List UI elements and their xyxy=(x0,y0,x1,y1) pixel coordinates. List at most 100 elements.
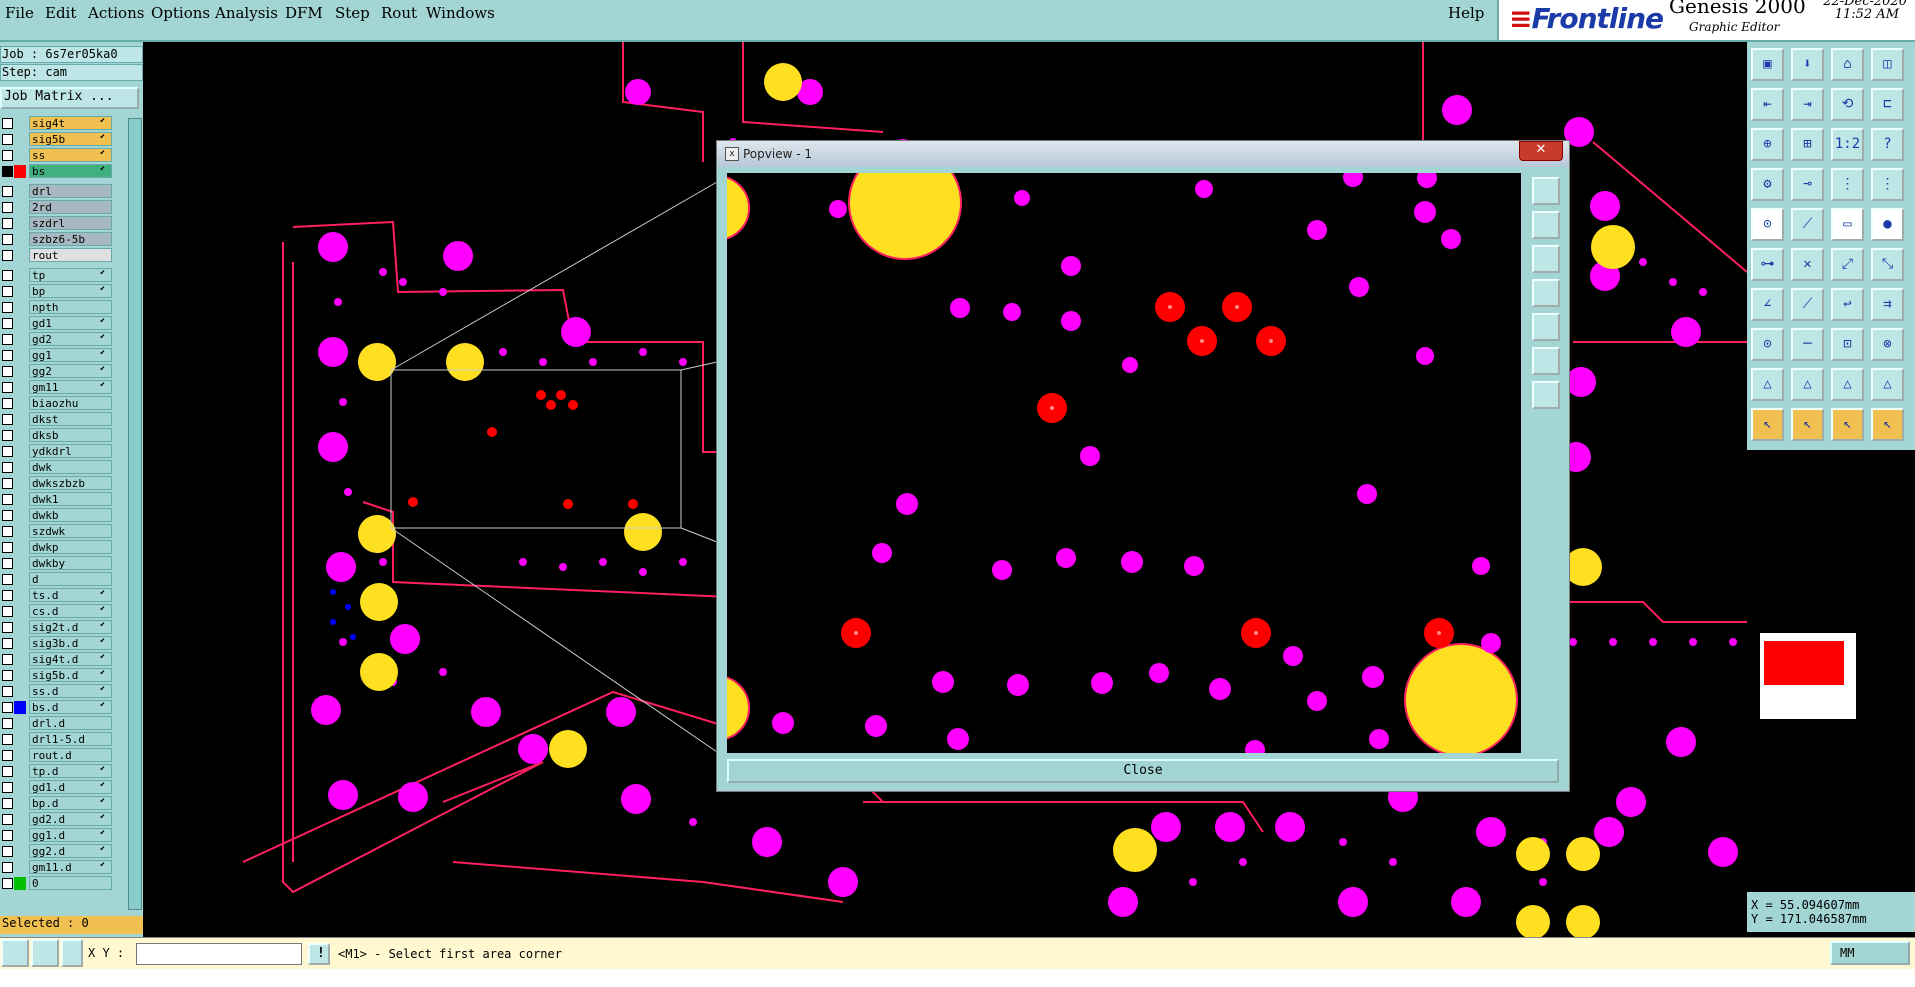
layer-row[interactable]: biaozhu xyxy=(0,396,126,411)
layer-row[interactable]: ydkdrl xyxy=(0,444,126,459)
layer-checkbox[interactable] xyxy=(2,366,13,377)
layer-checkbox[interactable] xyxy=(2,350,13,361)
menu-rout[interactable]: Rout xyxy=(381,4,417,22)
layer-checkbox[interactable] xyxy=(2,302,13,313)
layer-checkbox[interactable] xyxy=(2,862,13,873)
menu-windows[interactable]: Windows xyxy=(426,4,495,22)
scale-icon[interactable]: 1:2 xyxy=(1831,128,1864,161)
layer-checkbox[interactable] xyxy=(2,150,13,161)
pv-center-icon[interactable] xyxy=(1532,381,1560,409)
layer-checkbox[interactable] xyxy=(2,218,13,229)
layer-checkbox[interactable] xyxy=(2,250,13,261)
arc3-icon[interactable]: △ xyxy=(1831,368,1864,401)
layer-checkbox[interactable] xyxy=(2,670,13,681)
layer-checkbox[interactable] xyxy=(2,702,13,713)
menu-actions[interactable]: Actions xyxy=(88,4,144,22)
grid-icon[interactable] xyxy=(61,939,83,967)
settings-icon[interactable]: ⚙ xyxy=(1751,168,1784,201)
layer-row[interactable]: sig2t.d ⬋ xyxy=(0,620,126,635)
rect-icon[interactable]: ▭ xyxy=(1831,208,1864,241)
pv-pan-right-icon[interactable] xyxy=(1532,313,1560,341)
center-icon[interactable]: ⊕ xyxy=(1751,128,1784,161)
layer-row[interactable]: drl xyxy=(0,184,126,199)
menu-step[interactable]: Step xyxy=(335,4,370,22)
layer-row[interactable]: gg2.d ⬋ xyxy=(0,844,126,859)
delete-icon[interactable]: ✕ xyxy=(1791,248,1824,281)
layer-row[interactable]: rout xyxy=(0,248,126,263)
undo-icon[interactable]: ⟲ xyxy=(1831,88,1864,121)
layer-row[interactable]: bp ⬋ xyxy=(0,284,126,299)
layer-checkbox[interactable] xyxy=(2,782,13,793)
next-icon[interactable]: ⇥ xyxy=(1791,88,1824,121)
layer-checkbox[interactable] xyxy=(2,202,13,213)
layer-row[interactable]: gg1.d ⬋ xyxy=(0,828,126,843)
zoom-icon[interactable] xyxy=(1,939,29,967)
layer-checkbox[interactable] xyxy=(2,814,13,825)
layer-checkbox[interactable] xyxy=(2,654,13,665)
home-icon[interactable]: ⌂ xyxy=(1831,48,1864,81)
layer-row[interactable]: tp.d ⬋ xyxy=(0,764,126,779)
layer-row[interactable]: bp.d ⬋ xyxy=(0,796,126,811)
pv-zoom-out-icon[interactable] xyxy=(1532,245,1560,273)
pv-zoom-in-icon[interactable] xyxy=(1532,211,1560,239)
layer-row[interactable]: drl1-5.d xyxy=(0,732,126,747)
layer-checkbox[interactable] xyxy=(2,846,13,857)
layer-checkbox[interactable] xyxy=(2,270,13,281)
layer-checkbox[interactable] xyxy=(2,638,13,649)
layer-name[interactable]: dwk xyxy=(29,460,112,474)
layer-name[interactable]: dwkp xyxy=(29,540,112,554)
layer-row[interactable]: bs ⬋ xyxy=(0,164,126,179)
pointer3-icon[interactable]: ↖ xyxy=(1831,408,1864,441)
layer-name[interactable]: biaozhu xyxy=(29,396,112,410)
drill2-icon[interactable]: ⋮ xyxy=(1871,168,1904,201)
layer-checkbox[interactable] xyxy=(2,118,13,129)
layer-checkbox[interactable] xyxy=(2,166,13,177)
layer-checkbox[interactable] xyxy=(2,622,13,633)
arc-icon[interactable]: △ xyxy=(1751,368,1784,401)
popview-canvas[interactable] xyxy=(727,173,1521,753)
layer-row[interactable]: gd2 ⬋ xyxy=(0,332,126,347)
layer-name[interactable]: 0 xyxy=(29,876,112,890)
draw-line-icon[interactable]: ⟋ xyxy=(1791,288,1824,321)
dot-icon[interactable]: ● xyxy=(1871,208,1904,241)
close-button[interactable]: Close xyxy=(727,759,1559,783)
layer-checkbox[interactable] xyxy=(2,398,13,409)
layer-checkbox[interactable] xyxy=(2,510,13,521)
split-icon[interactable]: ⊏ xyxy=(1871,88,1904,121)
drill-icon[interactable]: ⋮ xyxy=(1831,168,1864,201)
arc4-icon[interactable]: △ xyxy=(1871,368,1904,401)
layer-row[interactable]: gd1 ⬋ xyxy=(0,316,126,331)
layer-row[interactable]: dwk1 xyxy=(0,492,126,507)
layer-name[interactable]: dwkszbzb xyxy=(29,476,112,490)
select-icon[interactable]: ⊡ xyxy=(1831,328,1864,361)
fit-icon[interactable]: ⊞ xyxy=(1791,128,1824,161)
layer-row[interactable]: dwk xyxy=(0,460,126,475)
angle-icon[interactable]: ∠ xyxy=(1751,288,1784,321)
layer-checkbox[interactable] xyxy=(2,734,13,745)
pointer2-icon[interactable]: ↖ xyxy=(1791,408,1824,441)
layer-row[interactable]: 0 xyxy=(0,876,126,891)
layer-name[interactable]: drl.d xyxy=(29,716,112,730)
layer-name[interactable]: dwkby xyxy=(29,556,112,570)
layer-checkbox[interactable] xyxy=(2,234,13,245)
layer-row[interactable]: dksb xyxy=(0,428,126,443)
layer-checkbox[interactable] xyxy=(2,878,13,889)
layer-row[interactable]: dkst xyxy=(0,412,126,427)
pointer4-icon[interactable]: ↖ xyxy=(1871,408,1904,441)
layer-checkbox[interactable] xyxy=(2,574,13,585)
layer-name[interactable]: npth xyxy=(29,300,112,314)
job-matrix-button[interactable]: Job Matrix ... xyxy=(0,87,139,109)
layer-row[interactable]: szdwk xyxy=(0,524,126,539)
layer-row[interactable]: ss.d ⬋ xyxy=(0,684,126,699)
layer-row[interactable]: rout.d xyxy=(0,748,126,763)
layer-row[interactable]: bs.d ⬋ xyxy=(0,700,126,715)
node-icon[interactable]: ⊶ xyxy=(1751,248,1784,281)
layer-row[interactable]: sig4t.d ⬋ xyxy=(0,652,126,667)
layer-row[interactable]: ss ⬋ xyxy=(0,148,126,163)
layer-row[interactable]: sig5b.d ⬋ xyxy=(0,668,126,683)
layer-row[interactable]: szbz6-5b xyxy=(0,232,126,247)
layer-checkbox[interactable] xyxy=(2,558,13,569)
rotate-icon[interactable]: ↩ xyxy=(1831,288,1864,321)
prev-icon[interactable]: ⇤ xyxy=(1751,88,1784,121)
layer-row[interactable]: gd2.d ⬋ xyxy=(0,812,126,827)
